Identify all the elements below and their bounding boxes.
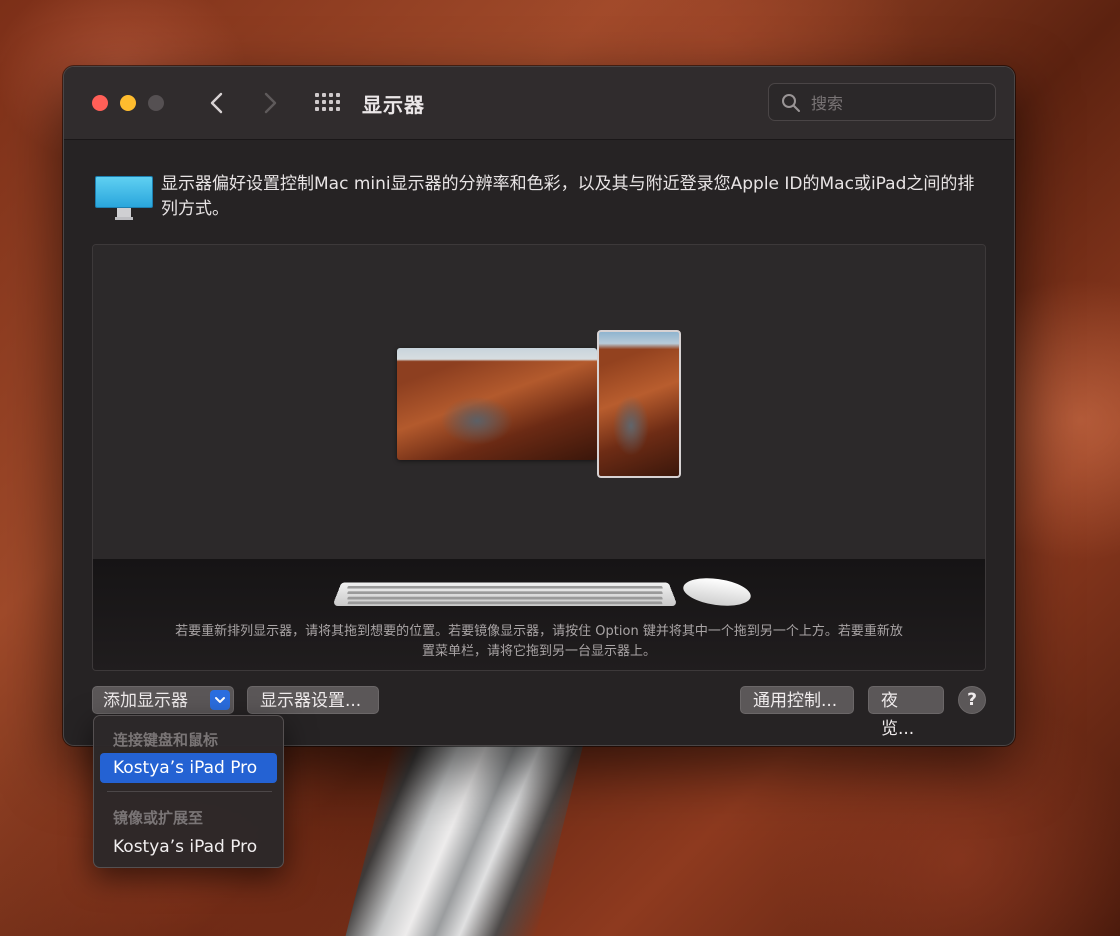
universal-control-button[interactable]: 通用控制... xyxy=(740,686,854,714)
night-shift-button[interactable]: 夜览... xyxy=(868,686,944,739)
add-display-label: 添加显示器 xyxy=(103,691,188,711)
main-display-thumbnail[interactable] xyxy=(397,348,597,460)
display-settings-button[interactable]: 显示器设置... xyxy=(247,686,379,714)
search-icon xyxy=(782,94,800,112)
add-display-menu: 连接键盘和鼠标 Kostya’s iPad Pro 镜像或扩展至 Kostya’… xyxy=(93,715,284,868)
minimize-button[interactable] xyxy=(120,95,136,111)
close-button[interactable] xyxy=(92,95,108,111)
menu-section-link: 连接键盘和鼠标 xyxy=(113,731,219,749)
add-display-button[interactable]: 添加显示器 xyxy=(92,686,234,714)
display-arrangement-area: 若要重新排列显示器，请将其拖到想要的位置。若要镜像显示器，请按住 Option … xyxy=(92,244,986,671)
title-bar: 显示器 xyxy=(64,67,1014,140)
window-title: 显示器 xyxy=(362,93,425,117)
displays-window: 显示器 显示器偏好设置控制Mac mini显示器的分辨率和色彩，以及其与附近登录… xyxy=(63,66,1015,746)
back-button[interactable] xyxy=(202,87,232,119)
wallpaper-waterfall xyxy=(345,740,585,936)
chevron-right-icon xyxy=(264,92,277,114)
display-icon xyxy=(95,176,153,222)
menu-separator xyxy=(107,791,272,792)
arrangement-hint: 若要重新排列显示器，请将其拖到想要的位置。若要镜像显示器，请按住 Option … xyxy=(175,624,903,659)
description-text: 显示器偏好设置控制Mac mini显示器的分辨率和色彩，以及其与附近登录您App… xyxy=(161,174,975,219)
search-field[interactable] xyxy=(768,83,996,121)
ipad-display-thumbnail[interactable] xyxy=(597,330,681,478)
menu-section-mirror: 镜像或扩展至 xyxy=(113,809,204,827)
menu-item-link-ipad[interactable]: Kostya’s iPad Pro xyxy=(100,753,277,783)
chevron-left-icon xyxy=(210,92,223,114)
search-input[interactable] xyxy=(809,91,988,115)
help-button[interactable]: ? xyxy=(958,686,986,714)
zoom-button[interactable] xyxy=(148,95,164,111)
forward-button[interactable] xyxy=(255,87,285,119)
chevron-down-icon[interactable] xyxy=(210,690,230,710)
show-all-button[interactable] xyxy=(314,91,342,115)
keyboard-icon[interactable] xyxy=(332,582,678,607)
menu-item-mirror-ipad[interactable]: Kostya’s iPad Pro xyxy=(100,832,277,862)
